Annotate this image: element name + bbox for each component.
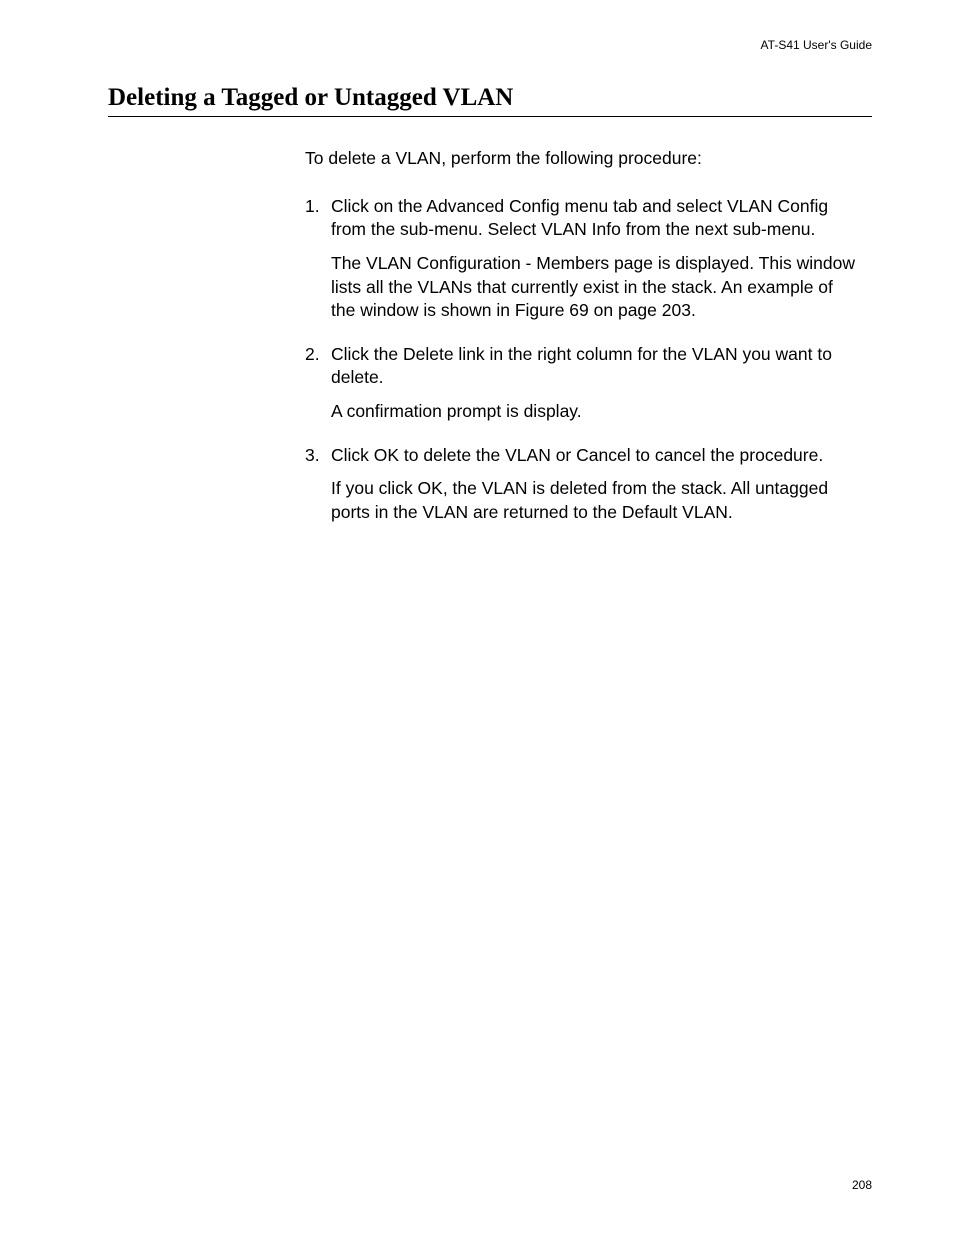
step-paragraph: Click on the Advanced Config menu tab an… bbox=[331, 195, 860, 242]
step-paragraph: Click the Delete link in the right colum… bbox=[331, 343, 860, 390]
step-number: 3. bbox=[305, 444, 331, 535]
step-2: 2. Click the Delete link in the right co… bbox=[305, 343, 860, 434]
page-number: 208 bbox=[852, 1178, 872, 1192]
step-body: Click on the Advanced Config menu tab an… bbox=[331, 195, 860, 333]
section-title: Deleting a Tagged or Untagged VLAN bbox=[108, 84, 872, 112]
header-guide-name: AT-S41 User's Guide bbox=[761, 38, 872, 52]
content-body: To delete a VLAN, perform the following … bbox=[108, 147, 872, 535]
step-paragraph: Click OK to delete the VLAN or Cancel to… bbox=[331, 444, 860, 468]
step-paragraph: If you click OK, the VLAN is deleted fro… bbox=[331, 477, 860, 524]
title-underline bbox=[108, 116, 872, 117]
intro-paragraph: To delete a VLAN, perform the following … bbox=[305, 147, 860, 171]
step-number: 1. bbox=[305, 195, 331, 333]
step-1: 1. Click on the Advanced Config menu tab… bbox=[305, 195, 860, 333]
document-page: AT-S41 User's Guide Deleting a Tagged or… bbox=[0, 0, 954, 1235]
step-number: 2. bbox=[305, 343, 331, 434]
step-body: Click OK to delete the VLAN or Cancel to… bbox=[331, 444, 860, 535]
step-paragraph: The VLAN Configuration - Members page is… bbox=[331, 252, 860, 323]
step-paragraph: A confirmation prompt is display. bbox=[331, 400, 860, 424]
step-3: 3. Click OK to delete the VLAN or Cancel… bbox=[305, 444, 860, 535]
step-body: Click the Delete link in the right colum… bbox=[331, 343, 860, 434]
